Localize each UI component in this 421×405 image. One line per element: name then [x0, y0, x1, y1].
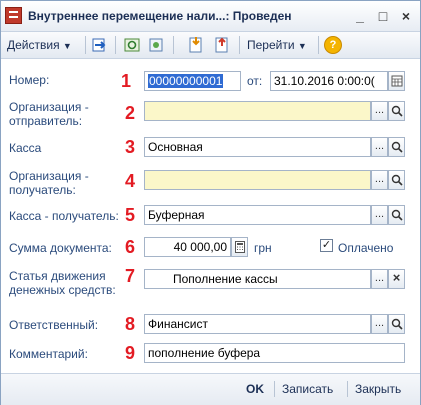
footer-bar: OK Записать Закрыть [1, 373, 420, 405]
marker-4: 4 [125, 171, 136, 191]
calendar-icon[interactable] [388, 71, 405, 91]
cash-label: Касса [9, 141, 42, 155]
responsible-field[interactable]: Финансист [144, 314, 371, 334]
select-ellipsis-button[interactable]: ... [371, 170, 388, 190]
footer-divider [347, 381, 348, 397]
org-receiver-field[interactable] [144, 170, 371, 190]
date-label: от: [247, 74, 263, 88]
search-icon[interactable] [388, 170, 405, 190]
marker-1: 1 [121, 71, 132, 91]
amount-label: Сумма документа: [9, 241, 112, 255]
ok-button[interactable]: OK [246, 382, 264, 396]
search-icon[interactable] [388, 205, 405, 225]
comment-field[interactable]: пополнение буфера [144, 343, 405, 363]
copy-icon[interactable] [147, 36, 165, 54]
cash-field[interactable]: Основная [144, 137, 371, 157]
org-receiver-label-line2: получатель: [9, 183, 76, 197]
document-window: Внутреннее перемещение нали...: Проведен… [0, 0, 421, 405]
number-field[interactable]: 00000000001 [144, 71, 241, 91]
currency-label: грн [254, 241, 272, 255]
actions-menu[interactable]: Действия ▼ [7, 36, 72, 54]
close-form-button[interactable]: Закрыть [355, 382, 401, 396]
cashflow-item-label-line1: Статья движения [9, 269, 106, 283]
marker-9: 9 [125, 343, 136, 363]
chevron-down-icon: ▼ [62, 41, 72, 51]
org-sender-field[interactable] [144, 101, 371, 121]
select-ellipsis-button[interactable]: ... [371, 269, 388, 289]
number-value: 00000000001 [148, 74, 224, 88]
goto-menu[interactable]: Перейти ▼ [247, 36, 307, 54]
paid-label: Оплачено [338, 241, 394, 255]
select-ellipsis-button[interactable]: ... [371, 137, 388, 157]
cash-receiver-field[interactable]: Буферная [144, 205, 371, 225]
marker-6: 6 [125, 237, 136, 257]
responsible-label: Ответственный: [9, 318, 99, 332]
help-icon[interactable]: ? [324, 36, 342, 54]
search-icon[interactable] [388, 137, 405, 157]
post-document-icon[interactable] [187, 36, 205, 54]
number-label: Номер: [9, 73, 50, 87]
calculator-icon[interactable] [231, 237, 248, 257]
org-receiver-label-line1: Организация - [9, 169, 89, 183]
search-icon[interactable] [388, 314, 405, 334]
marker-8: 8 [125, 314, 136, 334]
select-ellipsis-button[interactable]: ... [371, 101, 388, 121]
chevron-down-icon: ▼ [297, 41, 307, 51]
goto-label: Перейти [247, 38, 295, 52]
cash-receiver-label: Касса - получатель: [9, 209, 119, 223]
title-bar: Внутреннее перемещение нали...: Проведен… [1, 1, 420, 32]
cashflow-item-label-line2: денежных средств: [9, 283, 116, 297]
actions-label: Действия [7, 38, 60, 52]
toolbar-divider [115, 36, 116, 54]
post-and-close-icon[interactable] [91, 36, 109, 54]
select-ellipsis-button[interactable]: ... [371, 205, 388, 225]
date-field[interactable]: 31.10.2016 0:00:0( [270, 71, 388, 91]
unpost-document-icon[interactable] [213, 36, 231, 54]
cashflow-item-field[interactable]: Пополнение кассы [144, 269, 371, 289]
cashflow-item-label: Статья движения денежных средств: [9, 269, 116, 297]
footer-divider [274, 381, 275, 397]
org-sender-label-line2: отправитель: [9, 114, 83, 128]
toolbar-divider [85, 36, 86, 54]
toolbar-divider [318, 36, 319, 54]
toolbar-divider [173, 36, 174, 54]
select-ellipsis-button[interactable]: ... [371, 314, 388, 334]
org-sender-label-line1: Организация - [9, 100, 89, 114]
marker-5: 5 [125, 205, 136, 225]
maximize-button[interactable]: □ [373, 6, 393, 26]
org-sender-label: Организация - отправитель: [9, 100, 89, 128]
save-button[interactable]: Записать [282, 382, 333, 396]
minimize-button[interactable]: _ [350, 6, 370, 26]
clear-icon[interactable]: × [388, 269, 405, 289]
marker-2: 2 [125, 103, 136, 123]
toolbar: Действия ▼ Перейти ▼ ? [1, 32, 420, 59]
comment-label: Комментарий: [9, 347, 88, 361]
marker-7: 7 [125, 266, 136, 286]
document-icon [5, 7, 22, 24]
window-title: Внутреннее перемещение нали...: Проведен [28, 9, 292, 23]
toolbar-divider [239, 36, 240, 54]
paid-checkbox[interactable]: ✓ [320, 239, 333, 252]
marker-3: 3 [125, 137, 136, 157]
org-receiver-label: Организация - получатель: [9, 169, 89, 197]
search-icon[interactable] [388, 101, 405, 121]
refresh-icon[interactable] [123, 36, 141, 54]
amount-field[interactable]: 40 000,00 [144, 237, 231, 257]
close-button[interactable]: × [396, 6, 416, 26]
